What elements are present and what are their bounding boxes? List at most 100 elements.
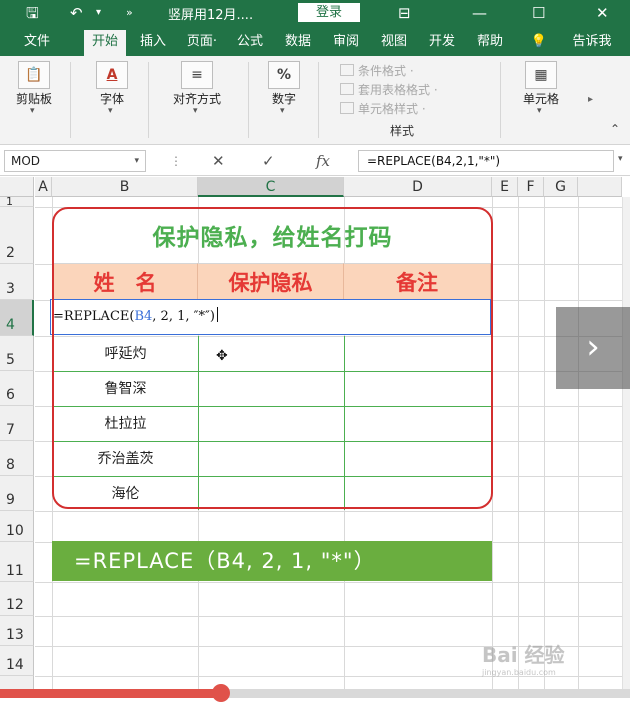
column-header-e[interactable]: E bbox=[492, 177, 518, 197]
tab-data[interactable]: 数据 bbox=[278, 32, 318, 56]
clipboard-label: 剪贴板 bbox=[15, 92, 52, 106]
clipboard-group[interactable]: 📋 剪贴板 ▾ bbox=[4, 56, 64, 145]
row-header-3[interactable]: 3 bbox=[0, 264, 34, 300]
cancel-icon[interactable]: ✕ bbox=[212, 151, 225, 171]
collapse-ribbon-icon[interactable]: ⌃ bbox=[610, 122, 620, 136]
enter-icon[interactable]: ✓ bbox=[262, 151, 275, 171]
next-arrow-button[interactable]: › bbox=[556, 307, 630, 389]
ribbon-divider bbox=[500, 62, 501, 138]
cells-icon: ▦ bbox=[525, 61, 557, 89]
tab-help[interactable]: 帮助 bbox=[470, 32, 510, 56]
row-header-4[interactable]: 4 bbox=[0, 300, 34, 336]
conditional-format-button[interactable]: 条件格式 · bbox=[340, 62, 414, 79]
row-header-7[interactable]: 7 bbox=[0, 406, 34, 441]
row-header-5[interactable]: 5 bbox=[0, 336, 34, 371]
name-box-value: MOD bbox=[11, 154, 41, 168]
grid-line bbox=[35, 582, 630, 583]
tab-review[interactable]: 审阅 bbox=[326, 32, 366, 56]
row-header-14[interactable]: 14 bbox=[0, 646, 34, 676]
formula-banner: =REPLACE（B4, 2, 1, "*"） bbox=[52, 541, 492, 581]
chevron-down-icon: ▾ bbox=[30, 106, 35, 116]
expand-formula-icon[interactable]: ▾ bbox=[618, 154, 623, 164]
ribbon-divider bbox=[318, 62, 319, 138]
row-header-9[interactable]: 9 bbox=[0, 476, 34, 511]
save-icon[interactable]: 🖫 bbox=[26, 3, 39, 23]
row-header-6[interactable]: 6 bbox=[0, 371, 34, 406]
tab-developer[interactable]: 开发 bbox=[420, 32, 464, 56]
column-header-a[interactable]: A bbox=[35, 177, 52, 197]
formula-bar: MOD ▾ ⋮ ✕ ✓ fx =REPLACE(B4,2,1,"*") ▾ bbox=[0, 146, 630, 176]
lightbulb-icon[interactable]: 💡 bbox=[528, 32, 550, 56]
row-header-11[interactable]: 11 bbox=[0, 542, 34, 582]
progress-fill bbox=[0, 689, 221, 698]
conditional-format-icon bbox=[340, 64, 354, 76]
tab-page-layout[interactable]: 页面· bbox=[178, 32, 226, 56]
more-icon[interactable]: » bbox=[126, 3, 133, 23]
vertical-scrollbar[interactable] bbox=[622, 197, 630, 698]
tab-formulas[interactable]: 公式 bbox=[230, 32, 270, 56]
maximize-icon[interactable]: ☐ bbox=[532, 3, 545, 23]
font-group[interactable]: A 字体 ▾ bbox=[84, 56, 140, 145]
chevron-down-icon: ▾ bbox=[193, 106, 198, 116]
progress-knob[interactable] bbox=[211, 684, 230, 702]
table-format-icon bbox=[340, 83, 354, 95]
ribbon-scroll-icon[interactable]: ▸ bbox=[588, 94, 593, 105]
grid-line bbox=[544, 197, 545, 698]
tab-view[interactable]: 视图 bbox=[374, 32, 414, 56]
insert-function-button[interactable]: fx bbox=[316, 151, 330, 171]
watermark-subtext: jingyan.baidu.com bbox=[482, 668, 556, 677]
ribbon: 📋 剪贴板 ▾ A 字体 ▾ ≡ 对齐方式 ▾ % 数字 ▾ 条件格式 · 套用… bbox=[0, 56, 630, 145]
undo-dropdown-icon[interactable]: ▾ bbox=[96, 3, 101, 23]
styles-group-label: 样式 bbox=[390, 124, 415, 138]
number-label: 数字 bbox=[271, 92, 296, 106]
title-bar: 🖫 ↶ ▾ » 竖屏用12月.... 登录 ⊟ — ☐ ✕ bbox=[0, 0, 630, 26]
formula-input[interactable]: =REPLACE(B4,2,1,"*") bbox=[358, 150, 614, 172]
column-header-h[interactable] bbox=[578, 177, 622, 197]
cells-group[interactable]: ▦ 单元格 ▾ bbox=[510, 56, 572, 145]
cell-cursor-icon: ✥ bbox=[216, 348, 228, 364]
number-group[interactable]: % 数字 ▾ bbox=[258, 56, 310, 145]
align-icon: ≡ bbox=[181, 61, 213, 89]
ribbon-display-icon[interactable]: ⊟ bbox=[398, 3, 411, 23]
select-all-corner[interactable] bbox=[0, 177, 34, 197]
close-icon[interactable]: ✕ bbox=[596, 3, 609, 23]
percent-icon: % bbox=[268, 61, 300, 89]
login-button[interactable]: 登录 bbox=[298, 3, 360, 22]
tab-home[interactable]: 开始 bbox=[84, 30, 126, 56]
row-header-13[interactable]: 13 bbox=[0, 616, 34, 646]
chevron-down-icon: ▾ bbox=[537, 106, 542, 116]
column-header-b[interactable]: B bbox=[52, 177, 198, 197]
column-header-d[interactable]: D bbox=[344, 177, 492, 197]
table-format-label: 套用表格格式 · bbox=[358, 83, 438, 97]
ribbon-tabs: 文件 开始 插入 页面· 公式 数据 审阅 视图 开发 帮助 💡 告诉我 bbox=[0, 26, 630, 56]
tab-file[interactable]: 文件 bbox=[16, 32, 58, 56]
cell-styles-icon bbox=[340, 102, 354, 114]
undo-icon[interactable]: ↶ bbox=[70, 3, 83, 23]
document-title: 竖屏用12月.... bbox=[168, 8, 254, 23]
watermark-logo: Bai 经验 jingyan.baidu.com bbox=[482, 639, 570, 677]
row-header-12[interactable]: 12 bbox=[0, 582, 34, 616]
table-format-button[interactable]: 套用表格格式 · bbox=[340, 81, 438, 98]
row-header-1[interactable]: 1 bbox=[0, 195, 34, 208]
row-header-8[interactable]: 8 bbox=[0, 441, 34, 476]
cells-label: 单元格 bbox=[522, 92, 559, 106]
dots-icon: ⋮ bbox=[170, 154, 182, 168]
video-progress-bar[interactable] bbox=[0, 684, 630, 702]
table-frame bbox=[52, 207, 493, 509]
minimize-icon[interactable]: — bbox=[472, 3, 487, 23]
tab-insert[interactable]: 插入 bbox=[132, 32, 174, 56]
row-header-2[interactable]: 2 bbox=[0, 207, 34, 264]
column-header-c[interactable]: C bbox=[198, 177, 344, 197]
cell-styles-button[interactable]: 单元格样式 · bbox=[340, 100, 426, 117]
worksheet[interactable]: A B C D E F G 1 2 3 4 5 6 7 8 9 10 11 12… bbox=[0, 177, 630, 698]
column-header-f[interactable]: F bbox=[518, 177, 544, 197]
name-box[interactable]: MOD ▾ bbox=[4, 150, 146, 172]
tab-tell-me[interactable]: 告诉我 bbox=[562, 32, 622, 56]
chevron-down-icon: ▾ bbox=[134, 156, 139, 166]
alignment-group[interactable]: ≡ 对齐方式 ▾ bbox=[156, 56, 238, 145]
grid-line bbox=[518, 197, 519, 698]
watermark-text: Bai 经验 bbox=[482, 643, 565, 667]
conditional-format-label: 条件格式 · bbox=[358, 64, 414, 78]
row-header-10[interactable]: 10 bbox=[0, 511, 34, 542]
column-header-g[interactable]: G bbox=[544, 177, 578, 197]
